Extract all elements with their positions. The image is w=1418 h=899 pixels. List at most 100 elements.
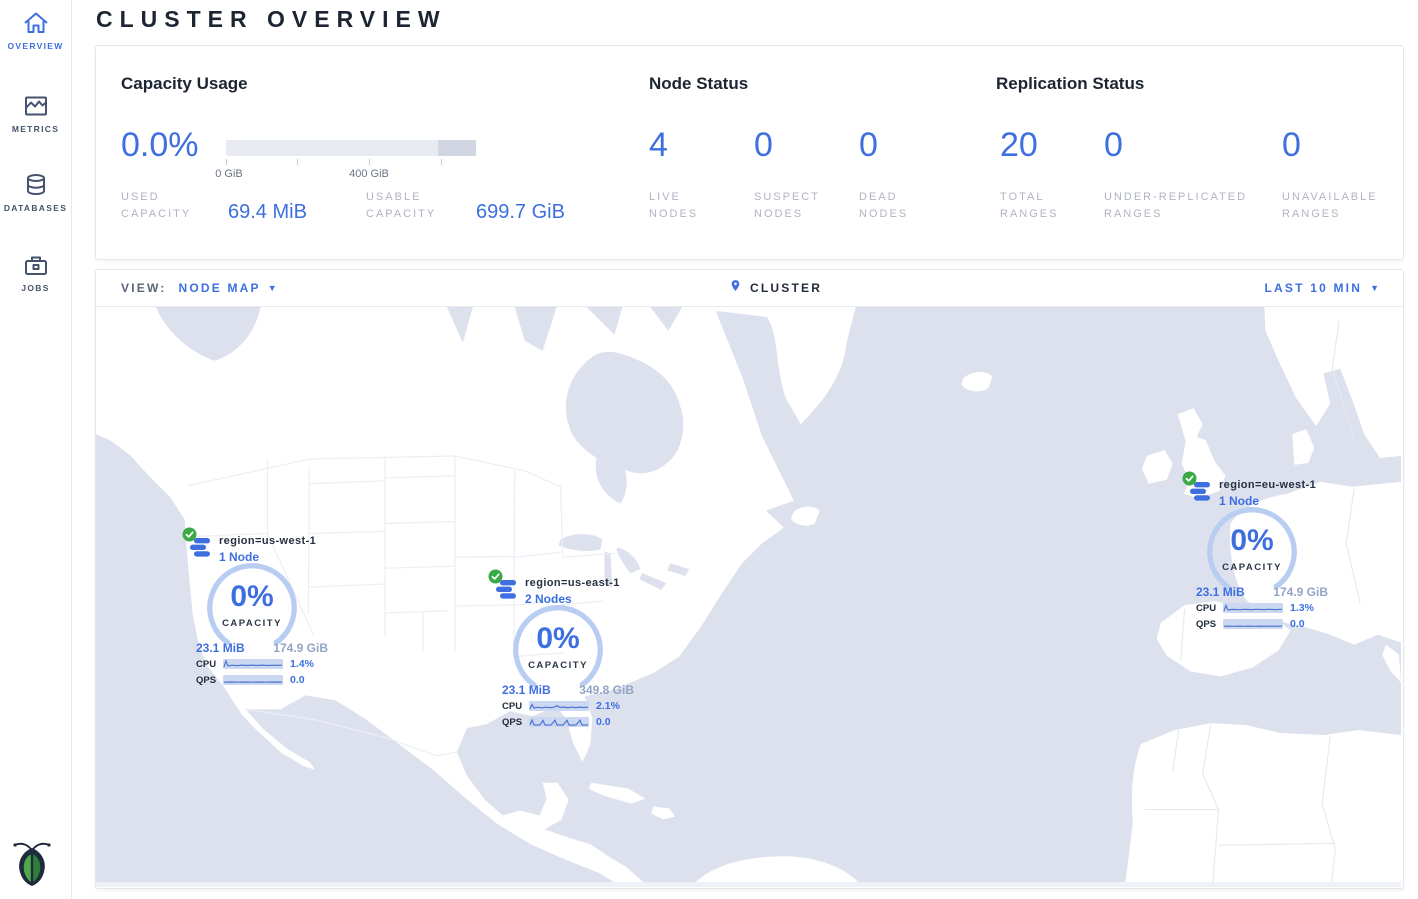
cpu-sparkline [529,701,589,711]
sidebar-item-label: METRICS [0,124,71,134]
region-used-capacity: 23.1 MiB [502,683,551,697]
capacity-bar [226,140,476,156]
live-nodes-value: 4 [649,128,668,162]
node-stack-icon [1190,482,1212,506]
region-usable-capacity: 174.9 GiB [273,641,328,655]
capacity-axis-label: 400 GiB [349,168,389,180]
map-panel: VIEW: NODE MAP ▼ CLUSTER LAST 10 MIN ▼ [95,269,1404,889]
node-stack-icon [496,580,518,604]
total-ranges-value: 20 [1000,128,1038,162]
qps-label: QPS [196,675,223,686]
capacity-caption: CAPACITY [204,618,300,629]
cpu-value: 1.4% [290,658,314,670]
sidebar-item-databases[interactable]: DATABASES [0,172,71,213]
region-card-us-east-1[interactable]: region=us-east-1 2 Nodes 0% CAPACITY 23.… [488,569,640,734]
map-bottom-strip [96,882,1401,887]
usable-capacity-label: USABLE CAPACITY [366,189,461,222]
sidebar: OVERVIEW METRICS DATABASES JOBS [0,0,72,899]
page-title: CLUSTER OVERVIEW [96,6,447,33]
dead-nodes-value: 0 [859,128,878,162]
cockroachdb-logo [12,840,52,891]
capacity-used-percent: 0.0% [121,128,199,162]
under-replicated-ranges-label: UNDER-REPLICATED RANGES [1104,189,1279,222]
chevron-down-icon: ▼ [1370,284,1379,293]
qps-sparkline [529,717,589,727]
map-breadcrumb[interactable]: CLUSTER [729,270,822,306]
capacity-axis-tick [441,159,442,165]
dead-nodes-label: DEAD NODES [859,189,934,222]
capacity-percent: 0% [1204,526,1300,556]
sidebar-item-overview[interactable]: OVERVIEW [0,10,71,51]
qps-label: QPS [502,717,529,728]
capacity-caption: CAPACITY [510,660,606,671]
briefcase-icon [0,252,71,278]
qps-sparkline [1223,619,1283,629]
capacity-axis-label: 0 GiB [215,168,243,180]
capacity-axis-tick [297,159,298,165]
unavailable-ranges-value: 0 [1282,128,1301,162]
summary-panel: Capacity Usage 0.0% 0 GiB 400 GiB USED C… [95,45,1404,260]
map-toolbar: VIEW: NODE MAP ▼ CLUSTER LAST 10 MIN ▼ [96,270,1403,307]
time-range-selector[interactable]: LAST 10 MIN ▼ [1265,270,1379,306]
used-capacity-label: USED CAPACITY [121,189,206,222]
cpu-label: CPU [196,659,223,670]
used-capacity-value: 69.4 MiB [228,201,307,224]
north-africa [1125,723,1401,887]
total-ranges-label: TOTAL RANGES [1000,189,1080,222]
sidebar-item-metrics[interactable]: METRICS [0,93,71,134]
breadcrumb-cluster: CLUSTER [750,281,822,295]
region-used-capacity: 23.1 MiB [1196,585,1245,599]
cpu-label: CPU [1196,603,1223,614]
capacity-usage-title: Capacity Usage [121,74,248,94]
sidebar-item-label: JOBS [0,283,71,293]
replication-status-title: Replication Status [996,74,1144,94]
under-replicated-ranges-value: 0 [1104,128,1123,162]
view-selector-value: NODE MAP [178,281,260,295]
node-status-title: Node Status [649,74,748,94]
home-icon [0,10,71,36]
region-usable-capacity: 349.8 GiB [579,683,634,697]
region-used-capacity: 23.1 MiB [196,641,245,655]
qps-sparkline [223,675,283,685]
node-map[interactable]: region=us-west-1 1 Node 0% CAPACITY 23.1… [96,307,1401,887]
metrics-chart-icon [0,93,71,119]
qps-label: QPS [1196,619,1223,630]
chevron-down-icon: ▼ [268,284,279,293]
capacity-axis-tick [369,159,370,165]
view-label: VIEW: [121,281,166,295]
main-content: CLUSTER OVERVIEW Capacity Usage 0.0% 0 G… [95,0,1404,899]
region-label: region=us-east-1 [525,577,620,589]
node-stack-icon [190,538,212,562]
capacity-axis-tick [226,159,227,165]
cpu-value: 2.1% [596,700,620,712]
sidebar-item-jobs[interactable]: JOBS [0,252,71,293]
region-label: region=eu-west-1 [1219,479,1316,491]
suspect-nodes-value: 0 [754,128,773,162]
region-usable-capacity: 174.9 GiB [1273,585,1328,599]
location-pin-icon [729,277,742,299]
qps-value: 0.0 [596,716,611,728]
cpu-value: 1.3% [1290,602,1314,614]
live-nodes-label: LIVE NODES [649,189,724,222]
qps-value: 0.0 [290,674,305,686]
capacity-percent: 0% [510,624,606,654]
usable-capacity-value: 699.7 GiB [476,201,565,224]
capacity-caption: CAPACITY [1204,562,1300,573]
unavailable-ranges-label: UNAVAILABLE RANGES [1282,189,1397,222]
cluster-overview-page: OVERVIEW METRICS DATABASES JOBS [0,0,1418,899]
qps-value: 0.0 [1290,618,1305,630]
sidebar-item-label: DATABASES [0,203,71,213]
capacity-bar-reserved-segment [438,140,476,156]
cpu-sparkline [1223,603,1283,613]
region-label: region=us-west-1 [219,535,316,547]
sidebar-item-label: OVERVIEW [0,41,71,51]
cpu-label: CPU [502,701,529,712]
time-range-value: LAST 10 MIN [1265,281,1363,295]
database-icon [0,172,71,198]
view-selector[interactable]: NODE MAP ▼ [178,281,278,295]
region-card-eu-west-1[interactable]: region=eu-west-1 1 Node 0% CAPACITY 23.1… [1182,471,1334,636]
capacity-percent: 0% [204,582,300,612]
suspect-nodes-label: SUSPECT NODES [754,189,839,222]
region-card-us-west-1[interactable]: region=us-west-1 1 Node 0% CAPACITY 23.1… [182,527,334,692]
cpu-sparkline [223,659,283,669]
